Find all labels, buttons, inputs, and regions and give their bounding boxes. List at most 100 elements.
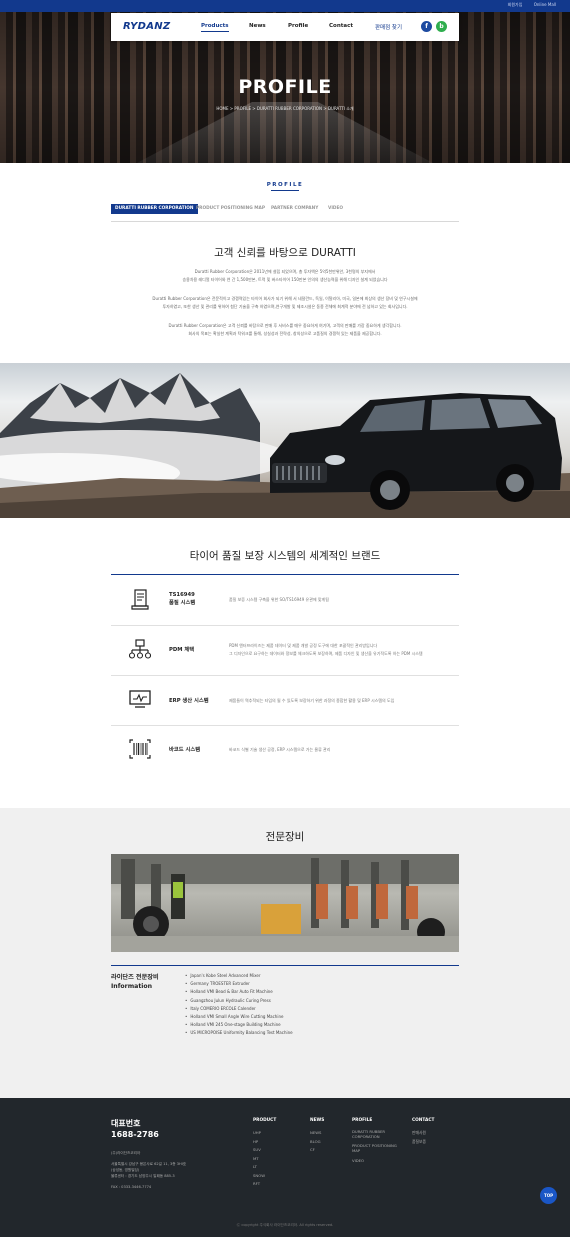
intro-paragraph-2: Duratti Rubber Corporation은 전문적이고 경쟁력있는 … xyxy=(130,295,440,311)
feature-desc: 바코드 식별 기술 생산 공정, ERP 시스템으로 가는 물류 관리 xyxy=(229,747,331,752)
feature-name: ERP 생산 시스템 xyxy=(169,698,209,704)
top-utility-bar: 회원가입 Online Mall xyxy=(0,0,570,12)
nav-products[interactable]: Products xyxy=(201,23,229,32)
feature-barcode: 바코드 시스템 바코드 식별 기술 생산 공정, ERP 시스템으로 가는 물류… xyxy=(111,726,459,776)
footer-copyright: Ⓒ copyright 주식회사 라이단즈코리아. All rights res… xyxy=(236,1223,334,1227)
footer: 대표번호 1688-2786 (주)라이단즈코리아 서울특별시 강남구 봉은사로… xyxy=(0,1098,570,1237)
tab-duratti-rubber[interactable]: DURATTI RUBBER CORPORATION xyxy=(111,204,198,214)
feature-desc: 품질 보증 시스템 구축을 위한 SO/TS16949 유관에 맞게됨 xyxy=(229,597,329,602)
list-item: Germany TROESTER Extruder xyxy=(185,980,293,988)
feature-pdm: PDM 체택 PDM 엔터프라이즈는 제품 데이터 및 제품 개발 공정 도구에… xyxy=(111,626,459,676)
footer-phone-number[interactable]: 1688-2786 xyxy=(111,1129,159,1140)
footer-link-cf[interactable]: CF xyxy=(310,1146,324,1155)
nav-contact[interactable]: Contact xyxy=(329,23,353,29)
list-item: Holland VMI Bead & Bar Auto Fit Machine xyxy=(185,988,293,996)
equipment-list: Japan's Kobe Steel Advanced Mixer German… xyxy=(185,972,293,1038)
intro-p3-line2: 회사의 목표는 확실한 계획과 탁워크를 통해, 성실성과 전략성, 창의성으로… xyxy=(188,331,382,336)
footer-link-blog[interactable]: BLOG xyxy=(310,1138,324,1147)
footer-col-contact: CONTACT 판매사원 품질보증 xyxy=(412,1118,434,1146)
equipment-divider xyxy=(111,965,459,966)
feature-desc: 제품들이 역추적되는 타임의 될 수 있도록 보장하기 위한 과정의 종합한 활… xyxy=(229,698,395,703)
suv-mountain-banner xyxy=(0,363,570,518)
footer-col-heading: CONTACT xyxy=(412,1118,435,1123)
brand-section-title: 타이어 품질 보장 시스템의 세계적인 브랜드 xyxy=(189,550,381,562)
footer-link-warranty[interactable]: 품질보증 xyxy=(412,1138,434,1147)
feature-ts16949: TS16949 품질 시스템 품질 보증 시스템 구축을 위한 SO/TS169… xyxy=(111,576,459,626)
footer-col-news: NEWS NEWS BLOG CF xyxy=(310,1118,324,1155)
footer-link-snow[interactable]: SNOW xyxy=(253,1172,276,1181)
feature-desc: PDM 엔터프라이즈는 제품 데이터 및 제품 개발 공정 도구에 대한 포괄적… xyxy=(229,642,457,658)
page-title: PROFILE xyxy=(238,76,332,98)
footer-link-mt[interactable]: MT xyxy=(253,1155,276,1164)
list-item: Italy COMERIO ERCOLE Calender xyxy=(185,1005,293,1013)
scroll-to-top-button[interactable]: TOP xyxy=(540,1187,557,1204)
footer-address-line3: 물류센터 : 경기도 남양주시 일패동 885-3 xyxy=(111,1174,175,1178)
footer-col-heading: NEWS xyxy=(310,1118,325,1123)
nav-find-dealer[interactable]: 판매점 찾기 xyxy=(375,23,402,31)
suv-car-image xyxy=(270,393,562,510)
document-certificate-icon xyxy=(131,589,149,610)
footer-link-duratti[interactable]: DURATTI RUBBER CORPORATION xyxy=(352,1129,400,1139)
footer-link-news[interactable]: NEWS xyxy=(310,1129,324,1138)
blog-icon[interactable]: b xyxy=(436,21,447,32)
intro-p1-line2: 승용차용 레디얼 타이어와 연 간 1,500만본, 트럭 및 버스타이어 15… xyxy=(182,277,388,282)
equipment-heading: 라이단즈 전문장비 Information xyxy=(111,973,159,991)
tab-positioning-map[interactable]: PRODUCT POSITIONING MAP xyxy=(196,204,265,214)
footer-link-sales[interactable]: 판매사원 xyxy=(412,1129,434,1138)
footer-col-heading: PRODUCT xyxy=(253,1118,277,1123)
page: 회원가입 Online Mall PROFILE HOME > PROFILE … xyxy=(0,0,570,1237)
profile-tabs: DURATTI RUBBER CORPORATION PRODUCT POSIT… xyxy=(111,204,459,222)
feature-name: TS16949 품질 시스템 xyxy=(169,591,195,607)
nav-profile[interactable]: Profile xyxy=(288,23,308,29)
footer-fax: FAX : 0333-3446-7774 xyxy=(111,1185,152,1189)
equipment-heading-line1: 라이단즈 전문장비 xyxy=(111,974,159,981)
intro-p3-line1: Duratti Rubber Corporation은 고객 신뢰를 바탕으로 … xyxy=(168,323,402,328)
network-hierarchy-icon xyxy=(129,639,151,659)
tab-partner-company[interactable]: PARTNER COMPANY xyxy=(271,204,318,214)
section-label-profile: PROFILE xyxy=(266,182,304,188)
footer-link-video[interactable]: VIDEO xyxy=(352,1157,400,1166)
list-item: Holland VMI 245 One-stage Building Machi… xyxy=(185,1021,293,1029)
list-item: Japan's Kobe Steel Advanced Mixer xyxy=(185,972,293,980)
footer-link-hp[interactable]: HP xyxy=(253,1138,276,1147)
footer-col-product: PRODUCT UHP HP SUV MT LT SNOW RFT xyxy=(253,1118,276,1189)
equipment-title: 전문장비 xyxy=(265,831,305,843)
factory-equipment-illustration xyxy=(111,854,459,952)
intro-p1-line1: Duratti Rubber Corporation은 2011년에 설립 되었… xyxy=(194,269,376,274)
footer-col-heading: PROFILE xyxy=(352,1118,373,1123)
footer-link-uhp[interactable]: UHP xyxy=(253,1129,276,1138)
utility-links: 회원가입 Online Mall xyxy=(498,2,556,8)
feature-erp: ERP 생산 시스템 제품들이 역추적되는 타임의 될 수 있도록 보장하기 위… xyxy=(111,676,459,726)
logo[interactable]: RYDANZ xyxy=(123,21,170,32)
intro-title: 고객 신뢰를 바탕으로 DURATTI xyxy=(214,247,356,259)
equipment-heading-line2: Information xyxy=(111,983,153,990)
main-navigation: RYDANZ Products News Profile Contact 판매점… xyxy=(111,13,459,41)
feature-name: PDM 체택 xyxy=(169,647,195,653)
footer-address: 서울특별시 강남구 봉은사로 62길 11, 3층 3HI호 (삼성동, 영원빌… xyxy=(111,1161,186,1179)
intro-paragraph-3: Duratti Rubber Corporation은 고객 신뢰를 바탕으로 … xyxy=(130,322,440,338)
footer-link-suv[interactable]: SUV xyxy=(253,1146,276,1155)
signup-link[interactable]: 회원가입 xyxy=(508,2,523,7)
feature-name: 바코드 시스템 xyxy=(169,747,201,753)
footer-link-lt[interactable]: LT xyxy=(253,1163,276,1172)
feature-desc-line2: 그 디자인으로 요구하는 데이터와 정보를 체크하도록 보장하며, 제품 디자인… xyxy=(229,651,423,656)
brand-section-divider xyxy=(111,574,459,575)
barcode-icon xyxy=(129,739,151,759)
footer-phone: 대표번호 1688-2786 xyxy=(111,1118,159,1140)
nav-news[interactable]: News xyxy=(249,23,266,29)
list-item: US MICROPOISE Uniformity Balancing Test … xyxy=(185,1029,292,1037)
monitor-chart-icon xyxy=(129,690,151,708)
intro-paragraph-1: Duratti Rubber Corporation은 2011년에 설립 되었… xyxy=(130,268,440,284)
list-item: Guangzhou Julun Hydraulic Curing Press xyxy=(185,997,293,1005)
feature-name-line2: 품질 시스템 xyxy=(169,600,196,606)
footer-company: (주)라이단즈코리아 xyxy=(111,1151,141,1155)
intro-p2-line1: Duratti Rubber Corporation은 전문적이고 경쟁력있는 … xyxy=(152,296,418,301)
online-mall-link[interactable]: Online Mall xyxy=(534,2,556,7)
factory-equipment-photo xyxy=(111,854,459,952)
footer-link-rft[interactable]: RFT xyxy=(253,1180,276,1189)
tab-video[interactable]: VIDEO xyxy=(328,204,343,214)
facebook-icon[interactable]: f xyxy=(421,21,432,32)
footer-link-positioning-map[interactable]: PRODUCT POSITIONING MAP xyxy=(352,1143,400,1153)
intro-p2-line2: 투자하였고, 또한 생산 및 관리를 위하여 첨단 기술을 구축 하였으며,연구… xyxy=(162,304,408,309)
feature-desc-line1: PDM 엔터프라이즈는 제품 데이터 및 제품 개발 공정 도구에 대한 포괄적… xyxy=(229,643,378,648)
